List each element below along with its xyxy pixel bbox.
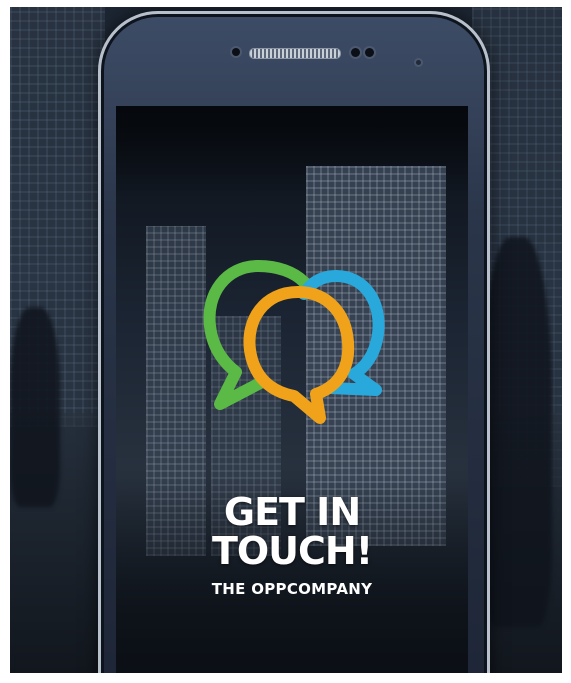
orange-bubble-icon [243, 286, 355, 424]
notification-led [416, 60, 421, 65]
sensor-dot [232, 48, 240, 56]
background-person-right [482, 237, 552, 627]
company-name: THE OPPCOMPANY [211, 580, 373, 598]
background-person-left [10, 307, 60, 507]
speech-bubbles-logo-icon [203, 260, 385, 424]
earpiece-speaker [249, 48, 341, 59]
front-camera [351, 48, 360, 57]
promo-image: GET IN TOUCH! THE OPPCOMPANY [10, 7, 562, 673]
app-splash-screen[interactable]: GET IN TOUCH! THE OPPCOMPANY [116, 106, 468, 673]
splash-title-line-1: GET IN [223, 490, 361, 534]
phone-device: GET IN TOUCH! THE OPPCOMPANY [98, 11, 490, 673]
splash-title-line-2: TOUCH! [211, 529, 373, 573]
proximity-sensor [365, 48, 374, 57]
